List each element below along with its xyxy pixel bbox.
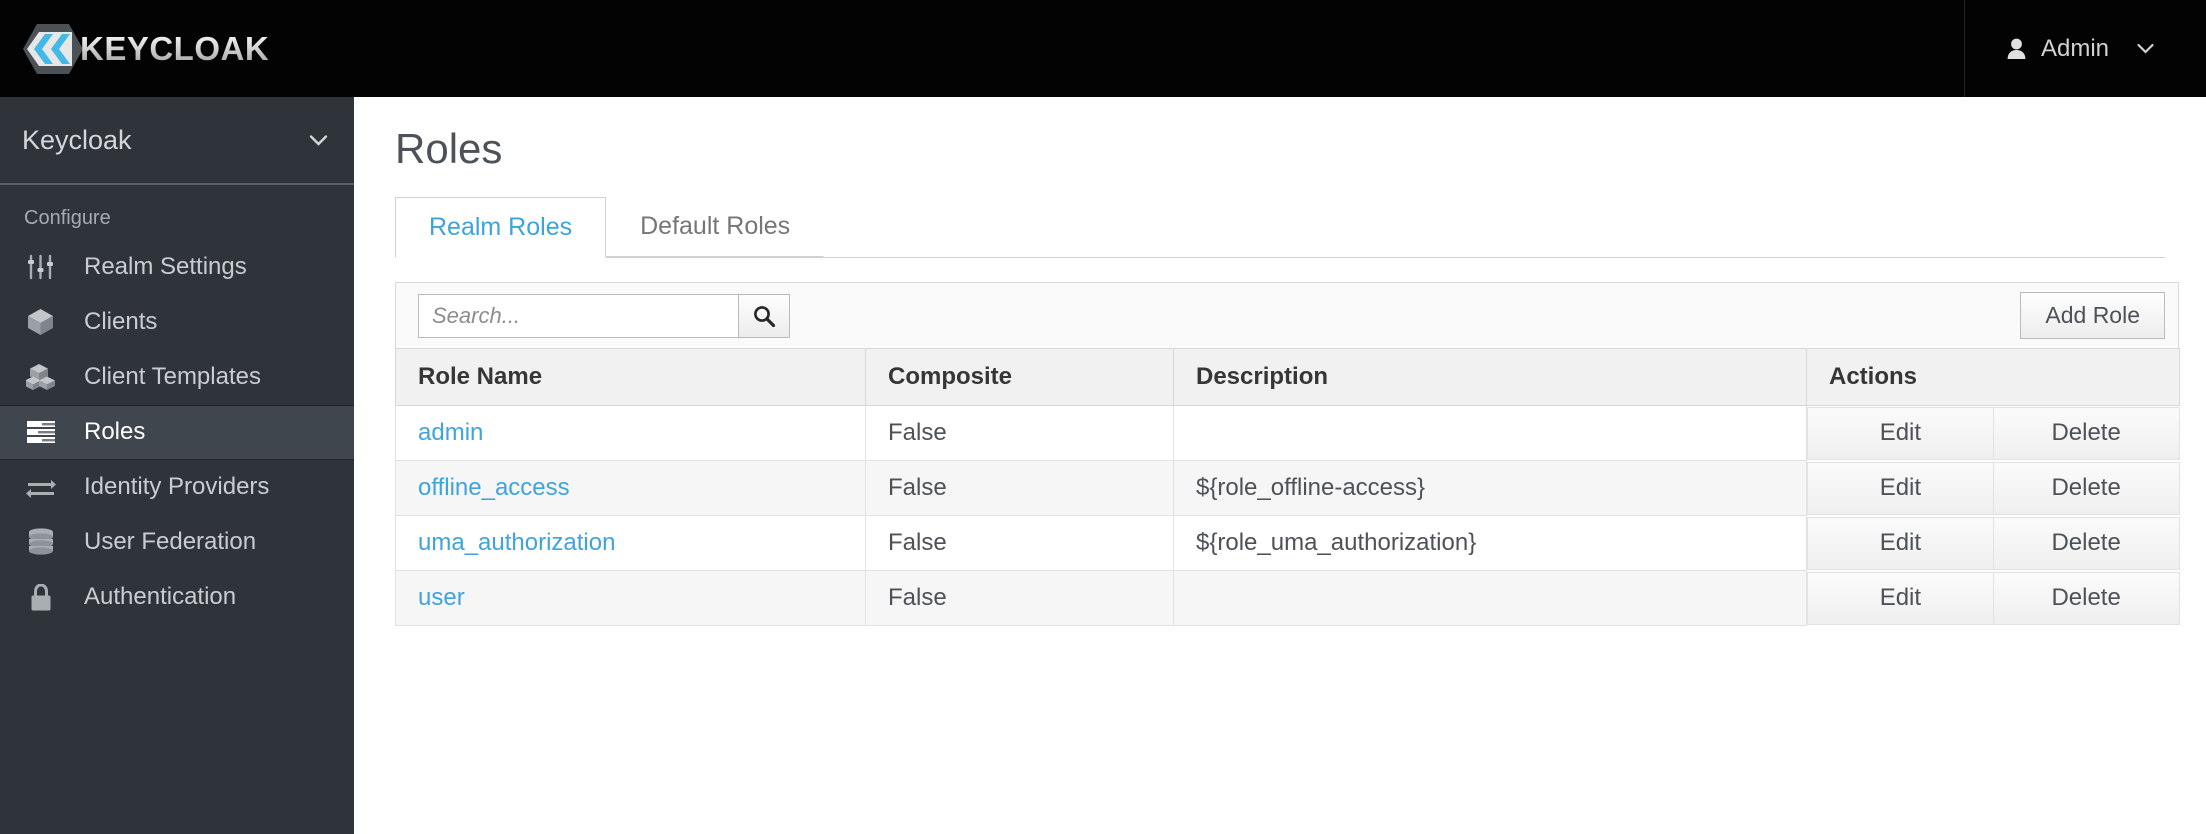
- tab-label: Realm Roles: [429, 213, 573, 241]
- user-menu[interactable]: Admin: [1963, 0, 2206, 97]
- sidebar-item-label: Authentication: [84, 583, 237, 610]
- column-header-composite[interactable]: Composite: [865, 348, 1174, 406]
- role-link[interactable]: user: [418, 584, 465, 611]
- role-link[interactable]: admin: [418, 419, 483, 446]
- cell-role-name: admin: [395, 405, 866, 461]
- table-toolbar: Add Role: [395, 282, 2179, 348]
- sidebar-item-roles[interactable]: Roles: [0, 405, 354, 460]
- lock-icon: [24, 583, 57, 611]
- cell-actions: Edit Delete: [1807, 516, 2180, 571]
- delete-button[interactable]: Delete: [1993, 571, 2180, 625]
- table-row: offline_access False ${role_offline-acce…: [395, 460, 2180, 516]
- search-group: [418, 293, 790, 338]
- table-head: Role Name Composite Description Actions: [395, 348, 2180, 406]
- user-name: Admin: [2040, 34, 2109, 62]
- add-role-button[interactable]: Add Role: [2020, 292, 2165, 339]
- search-input[interactable]: [418, 293, 738, 338]
- stacked-cubes-icon: [24, 363, 57, 391]
- chevron-down-icon: [2137, 43, 2154, 54]
- sidebar-item-label: Realm Settings: [84, 253, 247, 280]
- sidebar-item-label: Identity Providers: [84, 473, 270, 500]
- realm-selector[interactable]: Keycloak: [0, 97, 354, 185]
- sidebar-item-label: Roles: [84, 418, 146, 445]
- table-row: uma_authorization False ${role_uma_autho…: [395, 515, 2180, 571]
- realm-name: Keycloak: [22, 124, 132, 155]
- cell-description: [1173, 405, 1807, 461]
- sidebar-item-client-templates[interactable]: Client Templates: [0, 350, 354, 405]
- sidebar-item-authentication[interactable]: Authentication: [0, 570, 354, 625]
- table-row: user False Edit Delete: [395, 570, 2180, 626]
- search-button[interactable]: [738, 293, 790, 338]
- edit-button[interactable]: Edit: [1807, 516, 1994, 570]
- roles-table: Role Name Composite Description Actions …: [395, 348, 2180, 626]
- delete-button[interactable]: Delete: [1993, 406, 2180, 460]
- sidebar-item-identity-providers[interactable]: Identity Providers: [0, 460, 354, 515]
- sidebar: Keycloak Configure Realm Settings Client…: [0, 97, 354, 834]
- search-icon: [754, 305, 776, 327]
- table-header-row: Role Name Composite Description Actions: [395, 348, 2180, 406]
- sidebar-item-user-federation[interactable]: User Federation: [0, 515, 354, 570]
- main-content: Roles Realm Roles Default Roles Add Role…: [354, 97, 2206, 834]
- table-row: admin False Edit Delete: [395, 405, 2180, 461]
- tab-label: Default Roles: [640, 212, 791, 240]
- column-header-role-name[interactable]: Role Name: [395, 348, 866, 406]
- brand[interactable]: KEYCLOAK: [22, 0, 269, 97]
- cell-role-name: uma_authorization: [395, 515, 866, 571]
- brand-title: KEYCLOAK: [80, 29, 270, 67]
- cell-composite: False: [865, 460, 1174, 516]
- cell-description: ${role_uma_authorization}: [1173, 515, 1807, 571]
- sidebar-item-label: Client Templates: [84, 363, 261, 390]
- cell-role-name: offline_access: [395, 460, 866, 516]
- column-header-actions: Actions: [1806, 348, 2180, 406]
- database-icon: [24, 528, 57, 556]
- page-title: Roles: [395, 125, 503, 172]
- cell-actions: Edit Delete: [1807, 461, 2180, 516]
- cell-actions: Edit Delete: [1807, 571, 2180, 626]
- sidebar-item-label: User Federation: [84, 528, 257, 555]
- sidebar-item-clients[interactable]: Clients: [0, 295, 354, 350]
- cell-composite: False: [865, 515, 1174, 571]
- delete-button[interactable]: Delete: [1993, 461, 2180, 515]
- cube-icon: [24, 308, 57, 336]
- role-link[interactable]: uma_authorization: [418, 529, 615, 556]
- keycloak-hexagon-logo-icon: [23, 23, 83, 74]
- user-icon: [2007, 38, 2026, 59]
- cell-actions: Edit Delete: [1807, 406, 2180, 461]
- exchange-arrows-icon: [24, 473, 57, 501]
- tab-realm-roles[interactable]: Realm Roles: [395, 197, 607, 258]
- tab-default-roles[interactable]: Default Roles: [606, 196, 825, 257]
- column-header-description[interactable]: Description: [1173, 348, 1807, 406]
- sidebar-item-realm-settings[interactable]: Realm Settings: [0, 240, 354, 295]
- chevron-down-icon: [309, 135, 328, 146]
- masthead: KEYCLOAK Admin: [0, 0, 2206, 97]
- edit-button[interactable]: Edit: [1807, 406, 1994, 460]
- sidebar-item-label: Clients: [84, 308, 158, 335]
- role-link[interactable]: offline_access: [418, 474, 570, 501]
- cell-composite: False: [865, 405, 1174, 461]
- edit-button[interactable]: Edit: [1807, 571, 1994, 625]
- tab-bar: Realm Roles Default Roles: [395, 196, 2165, 258]
- nav-section-title-configure: Configure: [24, 207, 111, 229]
- table-body: admin False Edit Delete offline_access F…: [395, 405, 2180, 626]
- list-rows-icon: [24, 418, 57, 446]
- cell-composite: False: [865, 570, 1174, 626]
- cell-role-name: user: [395, 570, 866, 626]
- edit-button[interactable]: Edit: [1807, 461, 1994, 515]
- delete-button[interactable]: Delete: [1993, 516, 2180, 570]
- cell-description: [1173, 570, 1807, 626]
- sliders-icon: [24, 253, 57, 281]
- cell-description: ${role_offline-access}: [1173, 460, 1807, 516]
